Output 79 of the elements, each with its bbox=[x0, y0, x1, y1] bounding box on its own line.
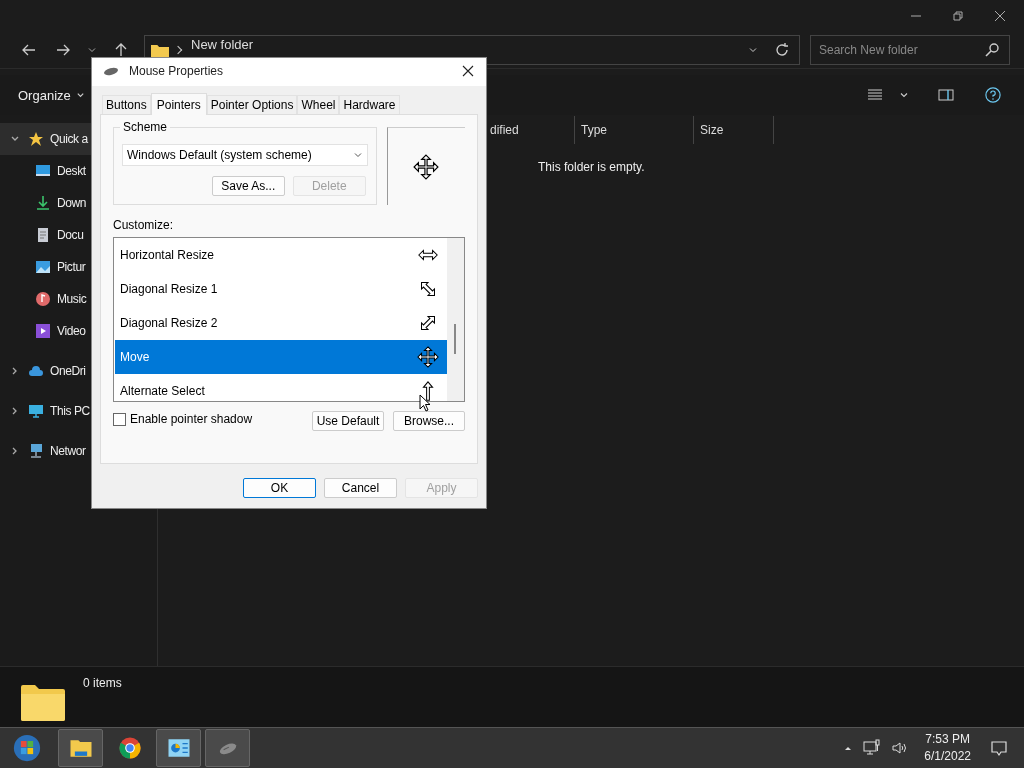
group-label: Scheme bbox=[120, 120, 171, 134]
item-count: 0 items bbox=[83, 676, 122, 690]
breadcrumb-item[interactable]: New folder bbox=[191, 36, 254, 52]
forward-arrow-icon[interactable] bbox=[55, 42, 71, 58]
folder-icon bbox=[21, 685, 65, 721]
refresh-icon[interactable] bbox=[774, 42, 790, 58]
navigation-item[interactable]: Down bbox=[0, 187, 157, 219]
four-way-arrow-icon bbox=[417, 346, 439, 368]
navigation-label: Pictur bbox=[57, 260, 86, 274]
mouse-icon bbox=[102, 65, 120, 77]
scheme-dropdown[interactable]: Windows Default (system scheme) bbox=[122, 144, 368, 166]
preview-pane-icon[interactable] bbox=[938, 87, 954, 103]
close-icon[interactable] bbox=[994, 10, 1006, 22]
document-icon bbox=[35, 227, 51, 243]
restore-icon[interactable] bbox=[952, 10, 964, 22]
download-icon bbox=[35, 195, 51, 211]
cloud-icon bbox=[28, 363, 44, 379]
pointer-list-item[interactable]: Diagonal Resize 1 bbox=[115, 272, 447, 306]
tab[interactable]: Hardware bbox=[339, 95, 400, 114]
pointer-list-item[interactable]: Horizontal Resize bbox=[115, 238, 447, 272]
pointer-list-item[interactable]: Move bbox=[115, 340, 447, 374]
up-arrow-icon[interactable] bbox=[113, 42, 129, 58]
close-icon[interactable] bbox=[462, 65, 474, 77]
navigation-label: Docu bbox=[57, 228, 84, 242]
pointer-name: Move bbox=[120, 350, 150, 364]
navigation-label: Music bbox=[57, 292, 87, 306]
navigation-label: Down bbox=[57, 196, 87, 210]
help-icon[interactable] bbox=[985, 87, 1001, 103]
taskbar-button[interactable] bbox=[58, 729, 103, 767]
taskbar-button[interactable] bbox=[156, 729, 201, 767]
caret-icon bbox=[352, 150, 363, 160]
search-icon bbox=[984, 42, 1000, 58]
pointer-name: Alternate Select bbox=[120, 384, 205, 398]
star-icon bbox=[28, 131, 44, 147]
dialog-button[interactable]: Cancel bbox=[324, 478, 397, 498]
scrollbar-thumb[interactable] bbox=[454, 324, 456, 354]
video-icon bbox=[35, 323, 51, 339]
picture-icon bbox=[35, 259, 51, 275]
tab[interactable]: Buttons bbox=[102, 95, 151, 114]
clock[interactable]: 7:53 PM 6/1/2022 bbox=[924, 731, 971, 765]
pointer-name: Diagonal Resize 1 bbox=[120, 282, 218, 296]
windows-logo-icon bbox=[13, 734, 41, 762]
tab[interactable]: Wheel bbox=[297, 95, 340, 114]
back-arrow-icon[interactable] bbox=[21, 42, 37, 58]
navigation-label: Networ bbox=[50, 444, 86, 458]
search-field[interactable]: Search New folder bbox=[810, 35, 1010, 65]
caret-icon bbox=[75, 90, 85, 100]
network-icon bbox=[28, 443, 44, 459]
organize-menu-button[interactable]: Organize bbox=[10, 83, 93, 107]
pointer-list-item[interactable]: Diagonal Resize 2 bbox=[115, 306, 447, 340]
tab[interactable]: Pointer Options bbox=[206, 95, 298, 114]
navigation-item[interactable]: Networ bbox=[0, 435, 157, 467]
navigation-label: This PC bbox=[50, 404, 90, 418]
search-input[interactable]: Search New folder bbox=[811, 42, 975, 58]
pointer-button[interactable]: Browse... bbox=[393, 411, 465, 431]
monitor-icon bbox=[28, 403, 44, 419]
customize-label: Customize: bbox=[113, 218, 175, 232]
checkbox[interactable] bbox=[113, 412, 126, 426]
desktop-icon bbox=[35, 163, 51, 179]
navigation-label: Quick a bbox=[50, 132, 88, 146]
list-view-icon[interactable] bbox=[867, 87, 883, 103]
dialog-title: Mouse Properties bbox=[129, 64, 224, 78]
network-icon[interactable] bbox=[863, 739, 882, 757]
pointer-list-item[interactable]: Alternate Select bbox=[115, 374, 447, 401]
scheme-button[interactable]: Save As... bbox=[211, 176, 285, 196]
navigation-label: Deskt bbox=[57, 164, 86, 178]
music-icon bbox=[35, 291, 51, 307]
empty-folder-message: This folder is empty. bbox=[538, 160, 646, 174]
navigation-label: Video bbox=[57, 324, 86, 338]
column-header[interactable]: Size bbox=[694, 116, 774, 144]
four-way-arrow-icon bbox=[413, 153, 440, 180]
tab[interactable]: Pointers bbox=[150, 93, 207, 115]
pointer-button[interactable]: Use Default bbox=[312, 411, 384, 431]
dialog-button[interactable]: OK bbox=[243, 478, 316, 498]
notification-icon[interactable] bbox=[990, 739, 1008, 757]
navigation-label: OneDri bbox=[50, 364, 86, 378]
column-header[interactable]: Type bbox=[575, 116, 694, 144]
pointer-name: Horizontal Resize bbox=[120, 248, 215, 262]
pointer-name: Diagonal Resize 2 bbox=[120, 316, 218, 330]
